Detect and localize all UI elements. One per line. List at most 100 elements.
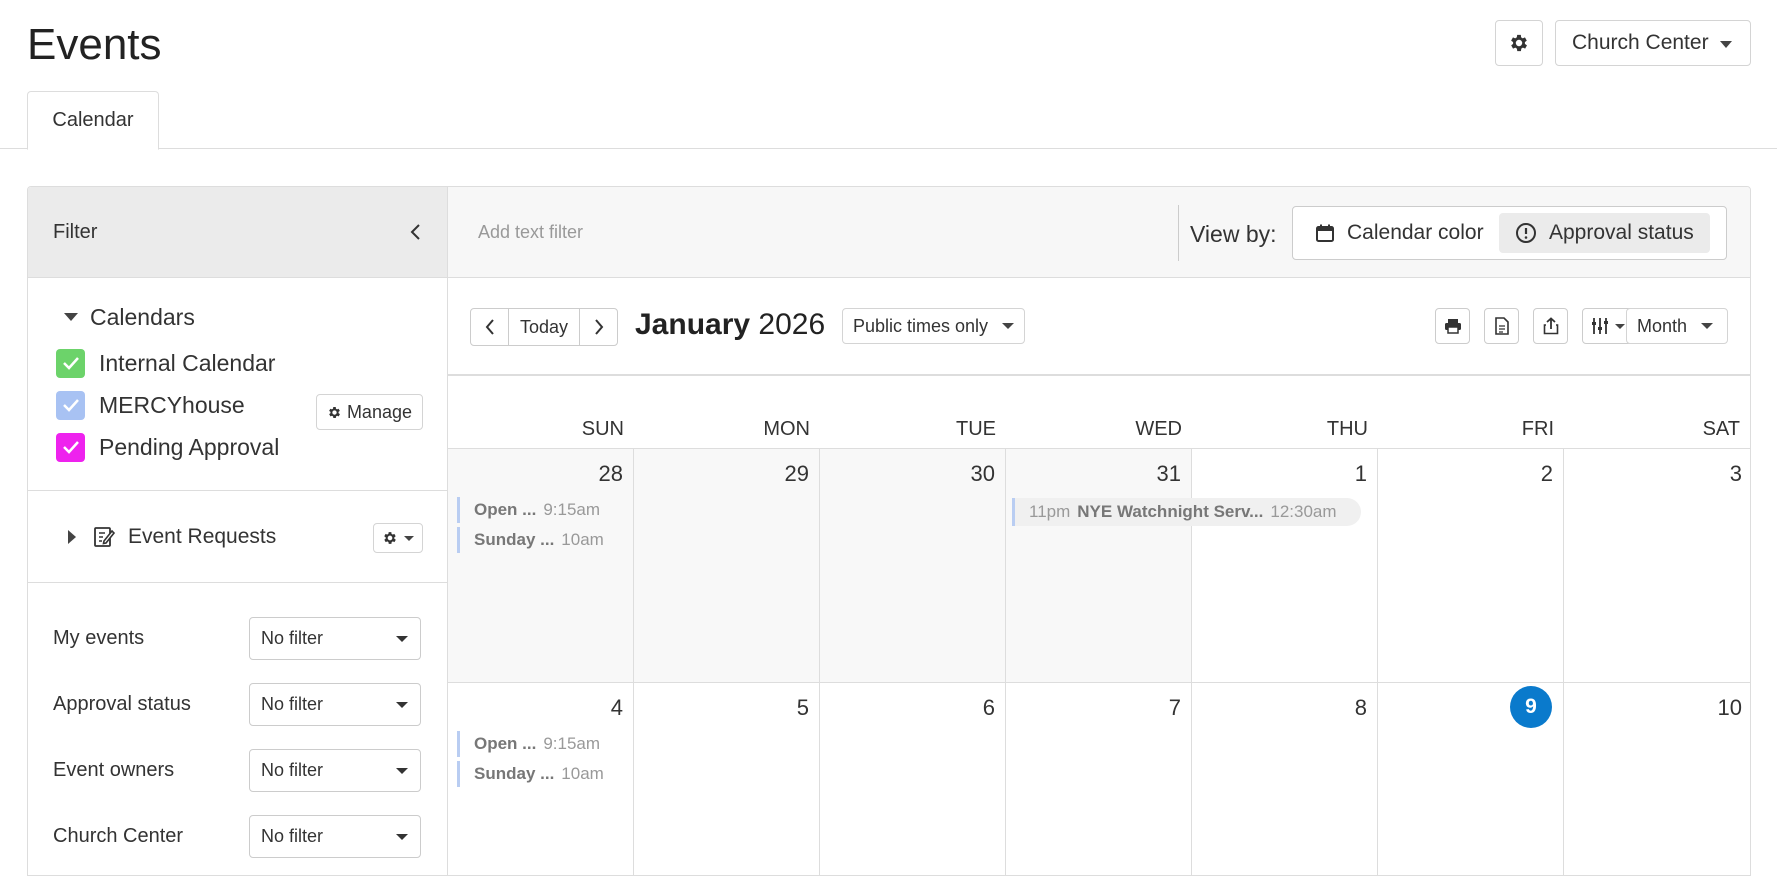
previous-month-button[interactable] xyxy=(471,309,508,345)
calendar-area: View by: Calendar color xyxy=(448,187,1750,875)
event-title: Open ... xyxy=(474,500,537,519)
tab-calendar[interactable]: Calendar xyxy=(27,91,159,150)
event-title: Sunday ... xyxy=(474,530,555,549)
checkbox[interactable] xyxy=(56,432,85,462)
chevron-down-icon xyxy=(1701,323,1714,329)
share-button[interactable] xyxy=(1533,308,1568,344)
day-cell-today[interactable]: 9 xyxy=(1378,683,1564,875)
toolbar-divider xyxy=(1178,205,1179,261)
chevron-left-icon[interactable] xyxy=(407,221,425,243)
event-requests-section[interactable]: Event Requests xyxy=(28,491,447,583)
day-cell[interactable]: 10 xyxy=(1564,683,1750,875)
check-icon xyxy=(62,441,79,454)
day-cell[interactable]: 31 xyxy=(1006,449,1192,683)
event-time: 10am xyxy=(561,530,604,549)
filter-header: Filter xyxy=(28,187,447,278)
print-icon xyxy=(1444,319,1461,334)
view-by-approval-status[interactable]: Approval status xyxy=(1499,213,1710,253)
manage-label: Manage xyxy=(346,401,412,422)
settings-button[interactable] xyxy=(1495,20,1543,66)
next-month-button[interactable] xyxy=(580,309,617,345)
chevron-down-icon xyxy=(1615,323,1625,329)
filter-label: Church Center xyxy=(53,824,184,847)
day-cell[interactable]: 29 xyxy=(634,449,820,683)
weekday-label: FRI xyxy=(1521,418,1554,440)
event-requests-settings-button[interactable] xyxy=(373,523,423,553)
checkbox[interactable] xyxy=(56,390,85,420)
month-name: January xyxy=(635,308,751,341)
calendar-item-pending-approval[interactable]: Pending Approval xyxy=(56,426,423,468)
calendar-item-label: Internal Calendar xyxy=(99,349,276,376)
chevron-right-icon xyxy=(594,319,603,335)
export-document-button[interactable] xyxy=(1484,308,1519,344)
day-cell[interactable]: 2 xyxy=(1378,449,1564,683)
calendar-toolbar: View by: Calendar color xyxy=(448,187,1750,278)
day-cell[interactable]: 5 xyxy=(634,683,820,875)
view-option-label: Approval status xyxy=(1549,221,1694,244)
caret-right-icon xyxy=(68,529,76,544)
event-title: Sunday ... xyxy=(474,764,555,783)
my-events-select[interactable]: No filter xyxy=(249,616,421,660)
event-title: NYE Watchnight Serv... xyxy=(1077,502,1264,521)
today-button[interactable]: Today xyxy=(508,309,580,345)
day-cell[interactable]: 28 Open ... 9:15am Sunday ... 10am xyxy=(448,449,634,683)
weekday-label: THU xyxy=(1326,418,1368,440)
calendars-toggle[interactable]: Calendars xyxy=(52,302,423,332)
day-number: 10 xyxy=(1717,695,1742,720)
chevron-down-icon xyxy=(396,635,408,642)
multi-day-event[interactable]: 11pm NYE Watchnight Serv... 12:30am xyxy=(1012,498,1361,526)
day-number: 29 xyxy=(784,461,809,486)
gear-icon xyxy=(384,532,396,544)
filter-label: Event owners xyxy=(53,758,175,781)
weekday-label: SUN xyxy=(581,418,624,440)
day-cell[interactable]: 30 xyxy=(820,449,1006,683)
calendars-section: Calendars Internal Calendar MERCYhouse P xyxy=(28,278,447,491)
event-item[interactable]: Sunday ... 10am xyxy=(457,761,604,787)
church-center-select[interactable]: No filter xyxy=(249,814,421,858)
event-item[interactable]: Open ... 9:15am xyxy=(457,497,600,523)
approval-status-select[interactable]: No filter xyxy=(249,682,421,726)
day-number: 2 xyxy=(1540,461,1553,486)
calendar-item-internal[interactable]: Internal Calendar xyxy=(56,342,423,384)
gear-icon xyxy=(1511,34,1527,52)
day-cell[interactable]: 8 xyxy=(1192,683,1378,875)
event-owners-select[interactable]: No filter xyxy=(249,748,421,792)
event-item[interactable]: Open ... 9:15am xyxy=(457,731,600,757)
day-number: 6 xyxy=(982,695,995,720)
filter-label: Approval status xyxy=(53,692,191,715)
calendar-item-label: MERCYhouse xyxy=(99,391,245,418)
today-indicator: 9 xyxy=(1510,686,1552,728)
print-button[interactable] xyxy=(1435,308,1470,344)
text-filter-input[interactable] xyxy=(478,222,978,243)
event-item[interactable]: Sunday ... 10am xyxy=(457,527,604,553)
org-selector[interactable]: Church Center xyxy=(1555,20,1751,66)
times-filter-dropdown[interactable]: Public times only xyxy=(842,308,1026,344)
check-icon xyxy=(62,399,79,412)
filters-list: My events No filter Approval status No f… xyxy=(28,583,447,869)
checkbox[interactable] xyxy=(56,348,85,378)
manage-calendars-button[interactable]: Manage xyxy=(315,394,423,430)
chevron-left-icon xyxy=(485,319,494,335)
day-cell[interactable]: 4 Open ... 9:15am Sunday ... 10am xyxy=(448,683,634,875)
calendar-item-label: Pending Approval xyxy=(99,433,280,460)
event-title: Open ... xyxy=(474,734,537,753)
alert-circle-icon xyxy=(1516,223,1536,243)
day-number: 4 xyxy=(610,695,623,720)
sliders-icon xyxy=(1592,318,1608,334)
day-cell[interactable]: 6 xyxy=(820,683,1006,875)
day-number: 7 xyxy=(1168,695,1181,720)
month-title: January 2026 xyxy=(635,308,825,342)
weekday-label: TUE xyxy=(956,418,996,440)
day-cell[interactable]: 1 xyxy=(1192,449,1378,683)
edit-document-icon xyxy=(94,526,116,547)
select-value: No filter xyxy=(261,825,324,846)
day-cell[interactable]: 3 xyxy=(1564,449,1750,683)
event-time: 9:15am xyxy=(543,500,601,519)
view-mode-select[interactable]: Month xyxy=(1626,308,1728,344)
event-time: 9:15am xyxy=(543,734,601,753)
day-cell[interactable]: 7 xyxy=(1006,683,1192,875)
event-start-time: 11pm xyxy=(1029,502,1071,521)
view-by-label: View by: xyxy=(1190,221,1277,247)
weekday-label: SAT xyxy=(1702,418,1740,440)
view-by-calendar-color[interactable]: Calendar color xyxy=(1299,213,1500,253)
